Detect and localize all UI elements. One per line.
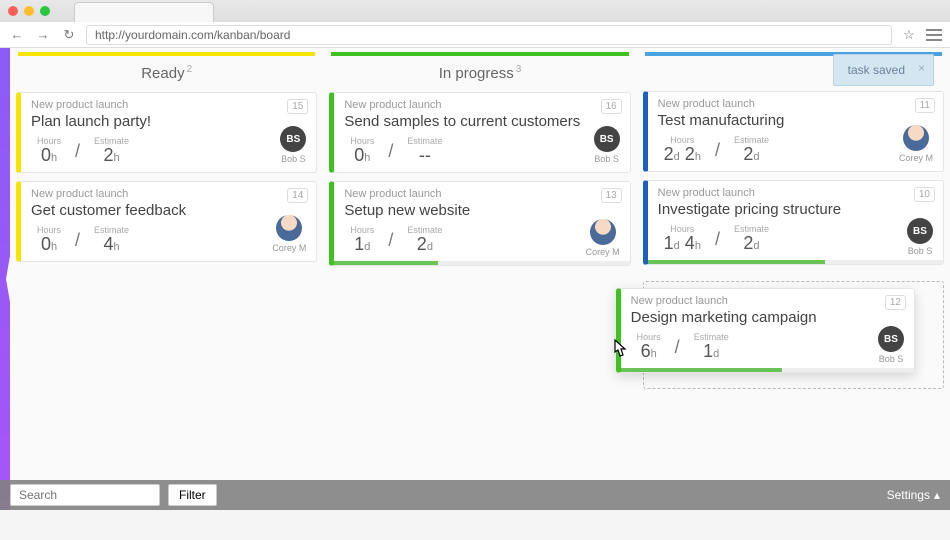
avatar: BS <box>878 326 904 352</box>
window-close-icon[interactable] <box>8 6 18 16</box>
card-number: 16 <box>601 99 622 114</box>
avatar <box>590 219 616 245</box>
filter-button[interactable]: Filter <box>168 484 217 506</box>
toast-text: task saved <box>848 63 905 77</box>
search-input[interactable] <box>10 484 160 506</box>
card-project: New product launch <box>658 187 933 199</box>
avatar: BS <box>907 218 933 244</box>
card-metrics: Hours2d 2h / Estimate2d <box>658 135 933 163</box>
card-number: 14 <box>287 188 308 203</box>
card-metrics: Hours6h / Estimate1d <box>631 332 904 360</box>
card-assignee: BS Bob S <box>907 218 933 256</box>
avatar: BS <box>594 126 620 152</box>
url-bar[interactable]: http://yourdomain.com/kanban/board <box>86 25 892 45</box>
card-hours: 1d 4h <box>664 234 701 252</box>
kanban-card[interactable]: New product launch Setup new website 13 … <box>329 181 630 266</box>
nav-forward-icon[interactable]: → <box>34 27 52 42</box>
window-maximize-icon[interactable] <box>40 6 50 16</box>
close-icon[interactable]: × <box>918 61 925 75</box>
footer-bar: Filter Settings ▴ <box>0 480 950 510</box>
bookmark-icon[interactable]: ☆ <box>900 27 918 43</box>
card-estimate: 1d <box>694 342 729 360</box>
card-estimate: 2h <box>94 146 129 164</box>
column-title: Ready2 <box>16 56 317 92</box>
avatar <box>903 125 929 151</box>
card-hours: 1d <box>350 235 374 253</box>
card-estimate: 4h <box>94 235 129 253</box>
kanban-card[interactable]: New product launch Get customer feedback… <box>16 181 317 262</box>
browser-tab[interactable] <box>74 2 214 22</box>
card-project: New product launch <box>31 188 306 200</box>
card-project: New product launch <box>344 188 619 200</box>
card-assignee: Corey M <box>272 215 306 253</box>
card-title: Plan launch party! <box>31 113 306 130</box>
card-project: New product launch <box>658 98 933 110</box>
card-number: 10 <box>914 187 935 202</box>
card-hours: 6h <box>637 342 661 360</box>
card-number: 11 <box>915 98 935 113</box>
hamburger-icon[interactable] <box>926 29 942 41</box>
kanban-card[interactable]: New product launch Investigate pricing s… <box>643 180 944 265</box>
column-title: In progress3 <box>329 56 630 92</box>
board-columns: Ready2 New product launch Plan launch pa… <box>10 48 950 510</box>
card-estimate: 2d <box>734 234 769 252</box>
card-assignee: Corey M <box>586 219 620 257</box>
card-assignee: BS Bob S <box>878 326 904 364</box>
card-title: Send samples to current customers <box>344 113 619 130</box>
card-title: Get customer feedback <box>31 202 306 219</box>
browser-chrome: ← → ↻ http://yourdomain.com/kanban/board… <box>0 0 950 48</box>
column-in-progress: In progress3 New product launch Send sam… <box>323 48 636 510</box>
nav-back-icon[interactable]: ← <box>8 27 26 42</box>
card-title: Design marketing campaign <box>631 309 904 326</box>
card-project: New product launch <box>31 99 306 111</box>
card-title: Setup new website <box>344 202 619 219</box>
card-project: New product launch <box>631 295 904 307</box>
card-assignee: BS Bob S <box>280 126 306 164</box>
card-metrics: Hours1d 4h / Estimate2d <box>658 224 933 252</box>
kanban-board: Ready2 New product launch Plan launch pa… <box>0 48 950 510</box>
card-assignee: Corey M <box>899 125 933 163</box>
card-number: 15 <box>287 99 308 114</box>
nav-reload-icon[interactable]: ↻ <box>60 27 78 43</box>
avatar: BS <box>280 126 306 152</box>
card-metrics: Hours0h / Estimate4h <box>31 225 306 253</box>
window-minimize-icon[interactable] <box>24 6 34 16</box>
card-estimate: 2d <box>734 145 769 163</box>
card-progress <box>648 260 943 264</box>
card-assignee: BS Bob S <box>594 126 620 164</box>
kanban-card-dragging[interactable]: New product launch Design marketing camp… <box>616 288 915 373</box>
avatar <box>276 215 302 241</box>
card-hours: 2d 2h <box>664 145 701 163</box>
browser-navbar: ← → ↻ http://yourdomain.com/kanban/board… <box>0 22 950 47</box>
url-text: http://yourdomain.com/kanban/board <box>95 28 290 42</box>
card-hours: 0h <box>37 146 61 164</box>
card-estimate: 2d <box>407 235 442 253</box>
card-metrics: Hours0h / Estimate-- <box>344 136 619 164</box>
card-title: Test manufacturing <box>658 112 933 129</box>
card-number: 12 <box>885 295 906 310</box>
board-left-collapse[interactable] <box>0 48 10 510</box>
card-hours: 0h <box>37 235 61 253</box>
toast-notification: task saved × <box>833 54 934 86</box>
browser-tabbar <box>0 0 950 22</box>
settings-button[interactable]: Settings ▴ <box>887 488 940 502</box>
chevron-up-icon: ▴ <box>934 488 940 502</box>
kanban-card[interactable]: New product launch Plan launch party! 15… <box>16 92 317 173</box>
card-estimate: -- <box>407 146 442 164</box>
kanban-card[interactable]: New product launch Send samples to curre… <box>329 92 630 173</box>
column-ready: Ready2 New product launch Plan launch pa… <box>10 48 323 510</box>
card-project: New product launch <box>344 99 619 111</box>
column-third: New product launch Test manufacturing 11… <box>637 48 950 510</box>
card-progress <box>621 368 914 372</box>
card-title: Investigate pricing structure <box>658 201 933 218</box>
dropzone[interactable]: New product launch Design marketing camp… <box>643 281 944 389</box>
card-metrics: Hours1d / Estimate2d <box>344 225 619 253</box>
card-hours: 0h <box>350 146 374 164</box>
card-metrics: Hours0h / Estimate2h <box>31 136 306 164</box>
kanban-card[interactable]: New product launch Test manufacturing 11… <box>643 91 944 172</box>
card-number: 13 <box>601 188 622 203</box>
card-progress <box>334 261 629 265</box>
